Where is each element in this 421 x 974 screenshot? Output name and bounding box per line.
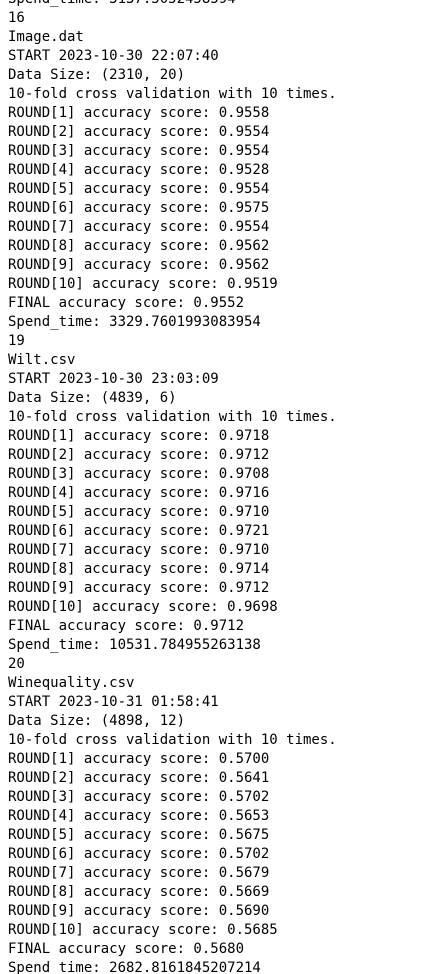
log-line: ROUND[6] accuracy score: 0.9721 [8, 523, 270, 539]
log-line: ROUND[3] accuracy score: 0.9554 [8, 143, 270, 159]
log-line: Spend_time: 2682.8161845207214 [8, 960, 261, 974]
log-line: ROUND[8] accuracy score: 0.5669 [8, 884, 270, 900]
log-line: ROUND[3] accuracy score: 0.5702 [8, 789, 270, 805]
log-line: Spend_time: 3137.5052458594 [8, 0, 337, 9]
log-line: ROUND[3] accuracy score: 0.9708 [8, 466, 270, 482]
log-line: ROUND[8] accuracy score: 0.9562 [8, 238, 270, 254]
log-line: Data Size: (4898, 12) [8, 713, 186, 729]
log-line: Image.dat [8, 29, 84, 45]
log-line: ROUND[1] accuracy score: 0.5700 [8, 751, 270, 767]
log-line: ROUND[2] accuracy score: 0.9554 [8, 124, 270, 140]
log-line: ROUND[2] accuracy score: 0.5641 [8, 770, 270, 786]
log-line: Spend_time: 10531.784955263138 [8, 637, 261, 653]
log-line: Data Size: (2310, 20) [8, 67, 186, 83]
log-line: ROUND[7] accuracy score: 0.5679 [8, 865, 270, 881]
log-line: ROUND[6] accuracy score: 0.5702 [8, 846, 270, 862]
log-line: ROUND[9] accuracy score: 0.9562 [8, 257, 270, 273]
log-line: START 2023-10-31 01:58:41 [8, 694, 219, 710]
log-line: 10-fold cross validation with 10 times. [8, 86, 337, 102]
console-output[interactable]: Spend_time: 3137.505245859416 Image.dat ST… [0, 0, 421, 974]
log-line: ROUND[5] accuracy score: 0.5675 [8, 827, 270, 843]
log-text: Spend_time: 3137.505245859416 Image.dat ST… [8, 0, 337, 974]
log-line: START 2023-10-30 22:07:40 [8, 48, 219, 64]
log-line: ROUND[1] accuracy score: 0.9718 [8, 428, 270, 444]
log-line: 10-fold cross validation with 10 times. [8, 409, 337, 425]
log-line: ROUND[5] accuracy score: 0.9554 [8, 181, 270, 197]
log-line: FINAL accuracy score: 0.9712 [8, 618, 245, 634]
log-line: Spend_time: 3329.7601993083954 [8, 314, 261, 330]
log-line: FINAL accuracy score: 0.9552 [8, 295, 245, 311]
log-line: 20 [8, 656, 25, 672]
log-line: ROUND[4] accuracy score: 0.5653 [8, 808, 270, 824]
log-line: 19 [8, 333, 25, 349]
log-line: FINAL accuracy score: 0.5680 [8, 941, 245, 957]
log-line: ROUND[4] accuracy score: 0.9716 [8, 485, 270, 501]
log-line: ROUND[9] accuracy score: 0.5690 [8, 903, 270, 919]
log-line: START 2023-10-30 23:03:09 [8, 371, 219, 387]
log-line: ROUND[9] accuracy score: 0.9712 [8, 580, 270, 596]
log-line: ROUND[1] accuracy score: 0.9558 [8, 105, 270, 121]
log-line: ROUND[2] accuracy score: 0.9712 [8, 447, 270, 463]
log-line: ROUND[5] accuracy score: 0.9710 [8, 504, 270, 520]
log-line: Wilt.csv [8, 352, 76, 368]
log-line: 16 [8, 10, 25, 26]
log-line: Winequality.csv [8, 675, 135, 691]
log-line: Data Size: (4839, 6) [8, 390, 177, 406]
log-line: ROUND[7] accuracy score: 0.9710 [8, 542, 270, 558]
log-line: 10-fold cross validation with 10 times. [8, 732, 337, 748]
log-line: ROUND[4] accuracy score: 0.9528 [8, 162, 270, 178]
log-line: ROUND[10] accuracy score: 0.5685 [8, 922, 278, 938]
log-line: ROUND[10] accuracy score: 0.9519 [8, 276, 278, 292]
log-line: ROUND[8] accuracy score: 0.9714 [8, 561, 270, 577]
log-line: ROUND[7] accuracy score: 0.9554 [8, 219, 270, 235]
log-line: ROUND[6] accuracy score: 0.9575 [8, 200, 270, 216]
log-line: ROUND[10] accuracy score: 0.9698 [8, 599, 278, 615]
